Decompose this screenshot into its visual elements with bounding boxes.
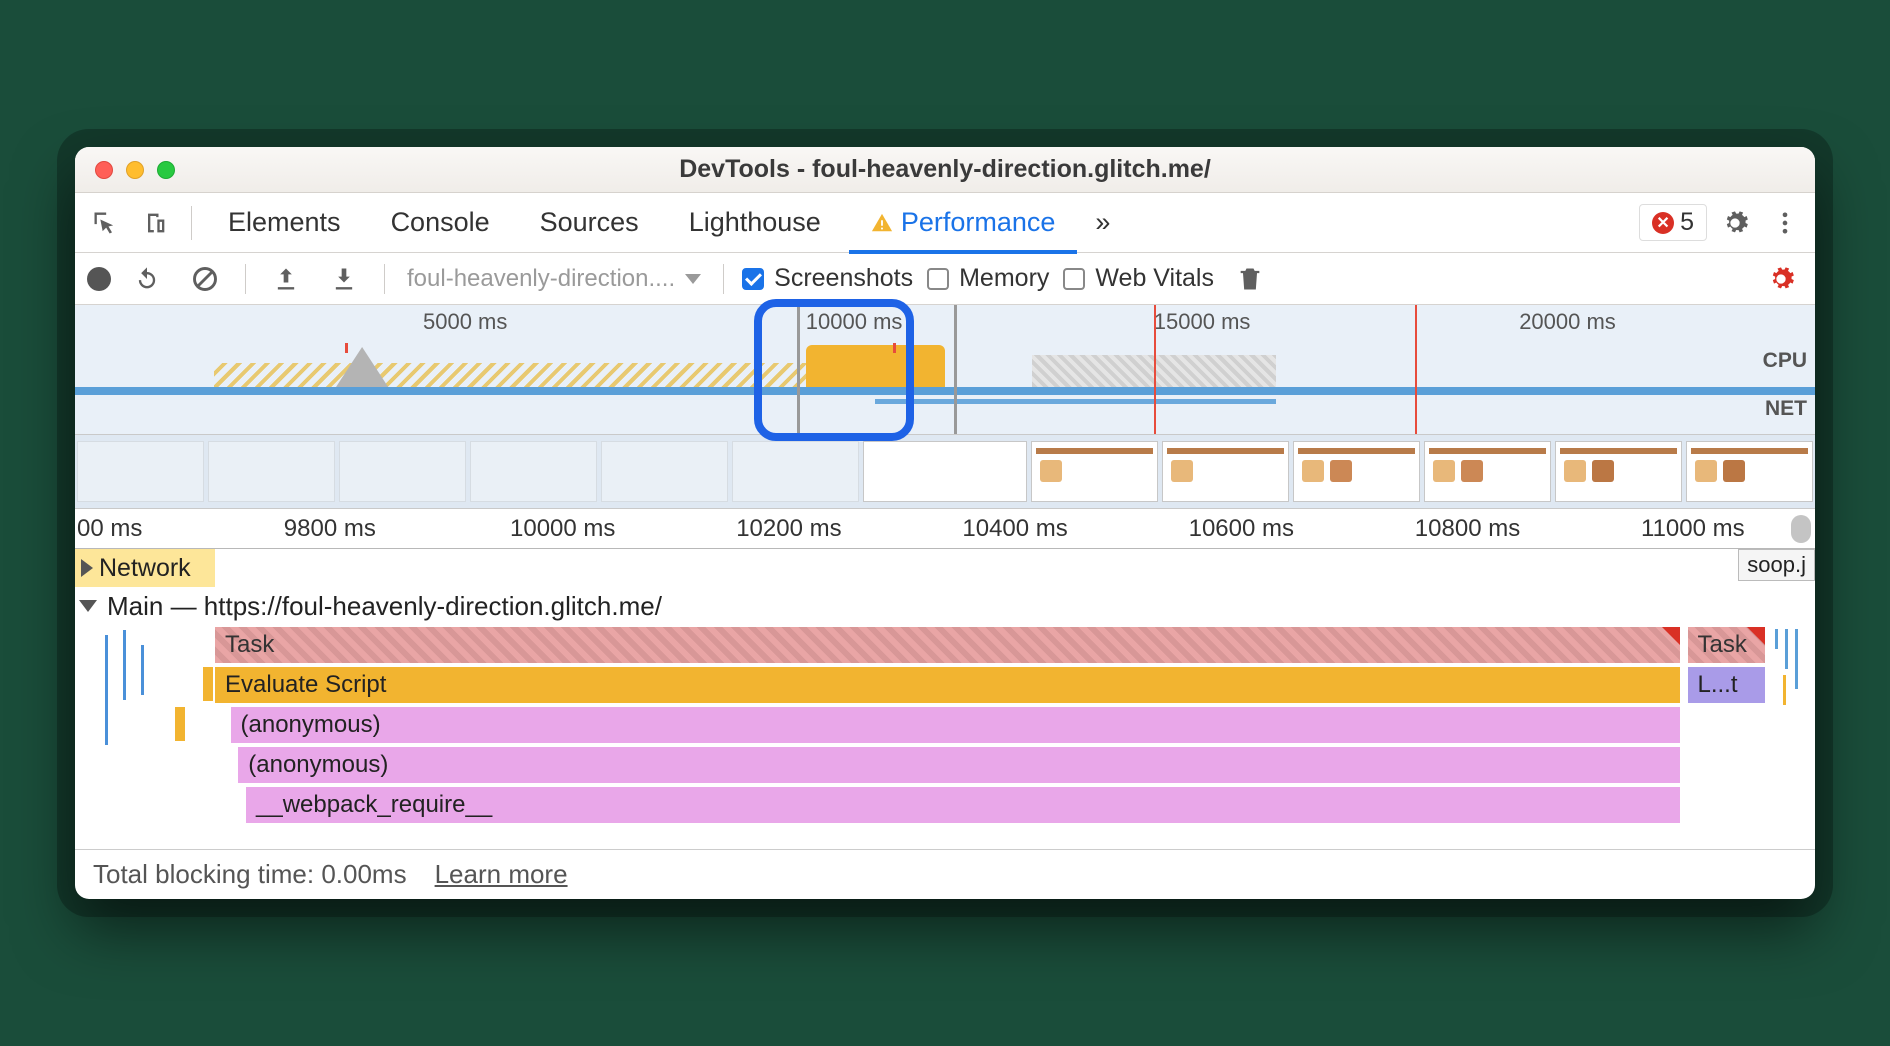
tab-performance[interactable]: Performance [849, 193, 1078, 253]
recording-dropdown[interactable]: foul-heavenly-direction.... [403, 265, 705, 293]
error-icon: ✕ [1652, 212, 1674, 234]
panel-tabs: Elements Console Sources Lighthouse Perf… [75, 193, 1815, 253]
tab-elements[interactable]: Elements [206, 193, 363, 253]
device-toolbar-icon[interactable] [133, 201, 177, 245]
screenshots-checkbox[interactable]: Screenshots [742, 264, 913, 293]
total-blocking-time: Total blocking time: 0.00ms [93, 859, 407, 890]
chevron-right-icon [81, 559, 93, 577]
devtools-window: DevTools - foul-heavenly-direction.glitc… [75, 147, 1815, 899]
tab-lighthouse[interactable]: Lighthouse [667, 193, 843, 253]
capture-settings-gear-icon[interactable] [1759, 257, 1803, 301]
inspect-element-icon[interactable] [83, 201, 127, 245]
flame-evaluate-script[interactable]: Evaluate Script [215, 667, 1680, 703]
chevron-down-icon [685, 274, 701, 284]
learn-more-link[interactable]: Learn more [435, 859, 568, 890]
scrollbar[interactable] [1791, 515, 1811, 543]
flame-task-2[interactable]: Task [1688, 627, 1766, 663]
status-bar: Total blocking time: 0.00ms Learn more [75, 849, 1815, 899]
time-ruler[interactable]: 00 ms 9800 ms 10000 ms 10200 ms 10400 ms… [75, 509, 1815, 549]
flame-anonymous-1[interactable]: (anonymous) [231, 707, 1680, 743]
memory-checkbox[interactable]: Memory [927, 264, 1049, 293]
annotation-highlight [754, 299, 914, 441]
reload-icon[interactable] [125, 257, 169, 301]
titlebar: DevTools - foul-heavenly-direction.glitc… [75, 147, 1815, 193]
clear-icon[interactable] [183, 257, 227, 301]
network-track-header[interactable]: Network [75, 549, 215, 587]
screenshot-strip[interactable] [75, 435, 1815, 509]
upload-icon[interactable] [264, 257, 308, 301]
window-title: DevTools - foul-heavenly-direction.glitc… [75, 155, 1815, 184]
more-tabs-button[interactable]: » [1083, 193, 1122, 253]
performance-toolbar: foul-heavenly-direction.... Screenshots … [75, 253, 1815, 305]
settings-gear-icon[interactable] [1713, 201, 1757, 245]
timeline-overview[interactable]: 5000 ms 10000 ms 15000 ms 20000 ms CPU N… [75, 305, 1815, 435]
kebab-menu-icon[interactable] [1763, 201, 1807, 245]
tab-console[interactable]: Console [369, 193, 512, 253]
tab-sources[interactable]: Sources [518, 193, 661, 253]
webvitals-checkbox[interactable]: Web Vitals [1063, 264, 1214, 293]
error-count-badge[interactable]: ✕ 5 [1639, 204, 1707, 241]
network-resource-chip[interactable]: soop.j [1738, 549, 1815, 581]
download-icon[interactable] [322, 257, 366, 301]
flame-webpack-require[interactable]: __webpack_require__ [246, 787, 1680, 823]
record-button[interactable] [87, 267, 111, 291]
flame-layout[interactable]: L...t [1688, 667, 1766, 703]
warning-icon [871, 212, 893, 234]
main-track-header[interactable]: Main — https://foul-heavenly-direction.g… [75, 591, 662, 622]
trash-icon[interactable] [1228, 257, 1272, 301]
flame-anonymous-2[interactable]: (anonymous) [238, 747, 1680, 783]
flame-chart[interactable]: Network soop.j Main — https://foul-heave… [75, 549, 1815, 849]
chevron-down-icon [79, 600, 97, 612]
flame-task[interactable]: Task [215, 627, 1680, 663]
